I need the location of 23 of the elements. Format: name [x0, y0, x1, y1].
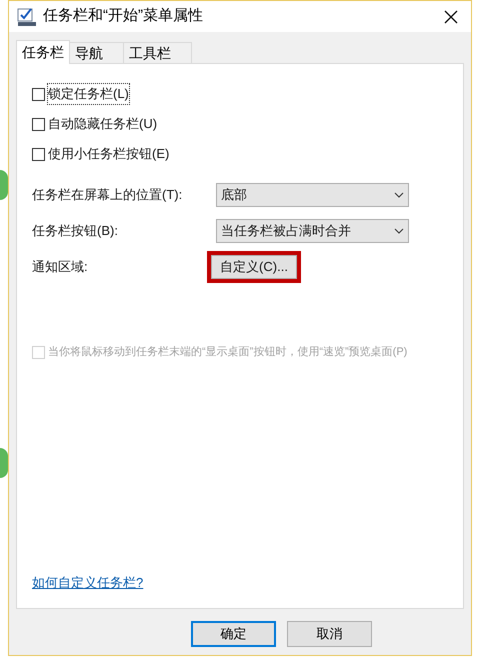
dropdown[interactable]: 当任务栏被占满时合并: [216, 219, 409, 243]
checkbox-label[interactable]: 自动隐藏任务栏(U): [48, 114, 158, 134]
checkbox-label[interactable]: 使用小任务栏按钮(E): [48, 144, 170, 164]
setting-label: 任务栏按钮(B):: [32, 222, 119, 240]
help-link[interactable]: 如何自定义任务栏?: [32, 572, 463, 592]
setting-label: 任务栏在屏幕上的位置(T):: [32, 186, 184, 204]
cancel-button[interactable]: 取消: [287, 621, 372, 647]
customize-button[interactable]: 自定义(C)...: [211, 255, 297, 279]
checklist-icon: [17, 6, 37, 26]
ok-button[interactable]: 确定: [191, 621, 276, 647]
setting-label: 通知区域:: [32, 258, 89, 276]
checkbox[interactable]: [32, 148, 45, 160]
close-icon: [444, 10, 458, 24]
tab[interactable]: 任务栏: [16, 40, 70, 64]
chevron-down-icon: [394, 228, 404, 234]
checkbox[interactable]: [32, 88, 45, 100]
checkbox-label[interactable]: 锁定任务栏(L): [48, 84, 129, 104]
dropdown[interactable]: 底部: [216, 183, 409, 207]
tab[interactable]: 导航: [69, 42, 124, 63]
tab[interactable]: 工具栏: [123, 42, 192, 63]
checkbox[interactable]: [32, 118, 45, 130]
window-title: 任务栏和“开始”菜单属性: [43, 6, 203, 26]
chevron-down-icon: [394, 192, 404, 198]
